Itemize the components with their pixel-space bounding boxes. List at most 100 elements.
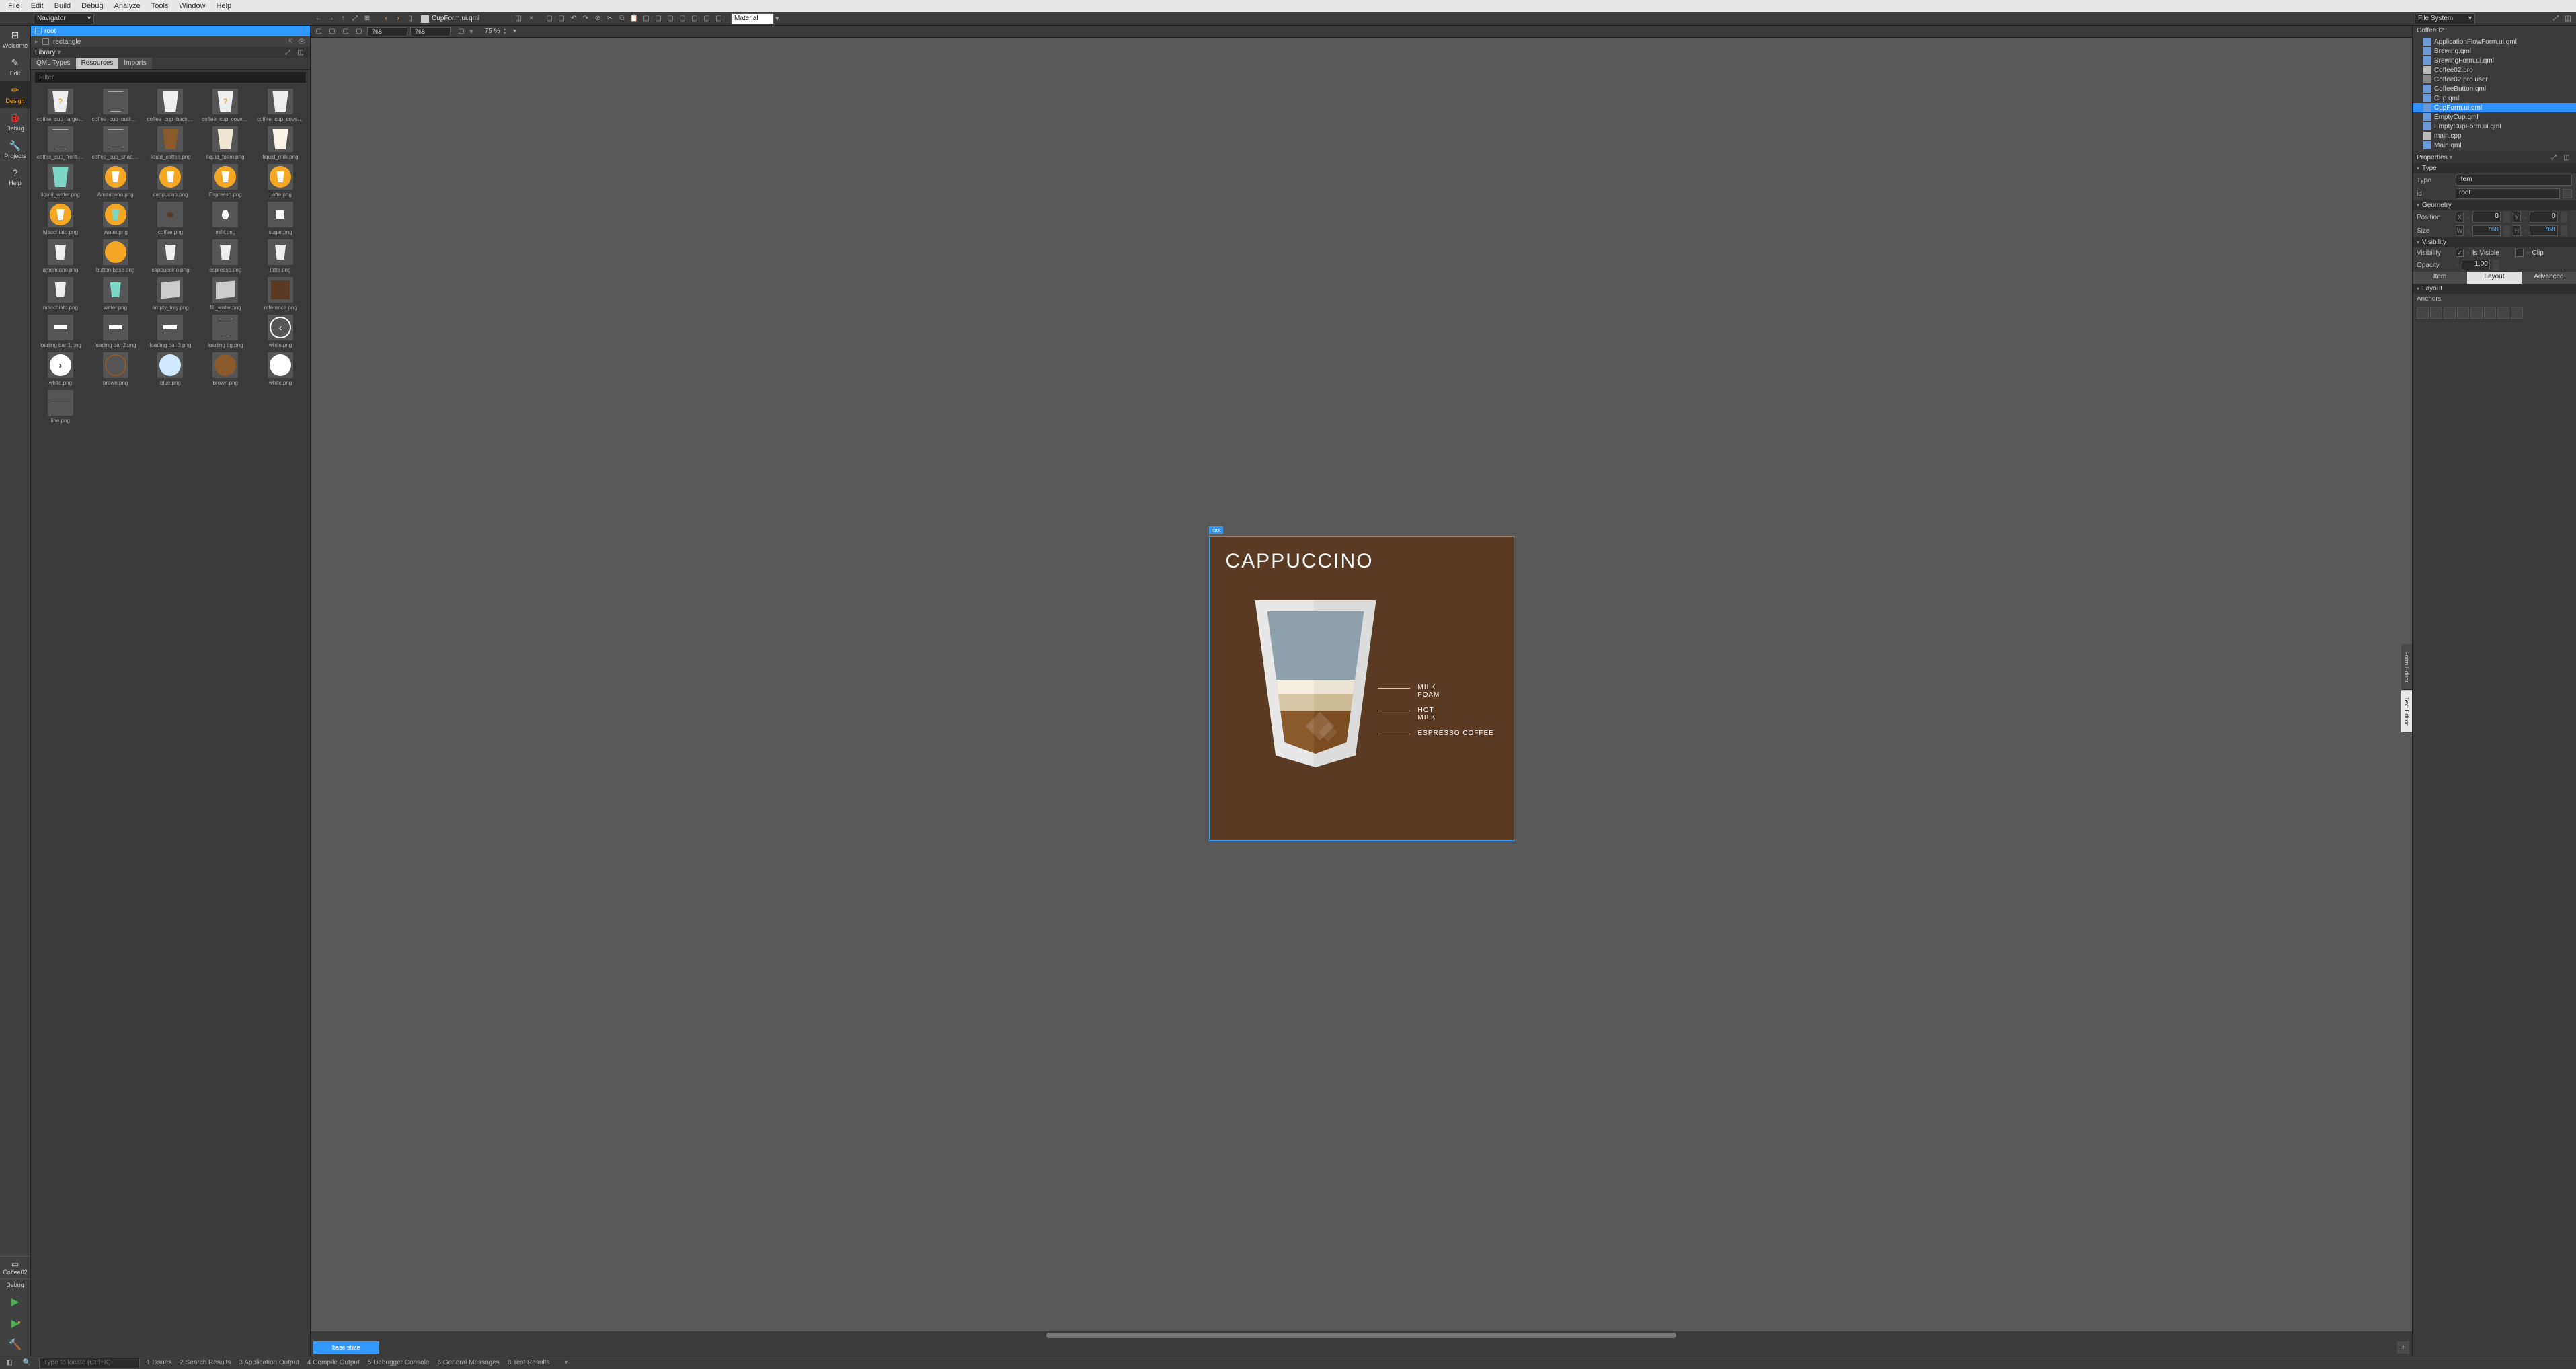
kit-config[interactable]: Debug <box>0 1278 30 1291</box>
tool-g-icon[interactable]: ▢ <box>713 13 724 24</box>
resource-item[interactable]: blue.png <box>145 352 196 386</box>
kit-project[interactable]: ▭Coffee02 <box>0 1256 30 1278</box>
panel-expand-icon[interactable]: ⤢ <box>2550 13 2561 24</box>
copy-icon[interactable]: ⧉ <box>617 13 627 24</box>
file-prev-icon[interactable]: ‹ <box>381 13 391 24</box>
resource-item[interactable]: Latte.png <box>255 164 306 198</box>
output-pane-tab[interactable]: 6 General Messages <box>437 1359 499 1366</box>
mode-debug[interactable]: 🐞Debug <box>0 108 30 136</box>
tool-e-icon[interactable]: ▢ <box>689 13 700 24</box>
resource-item[interactable]: ›white.png <box>35 352 86 386</box>
resource-item[interactable]: empty_tray.png <box>145 277 196 311</box>
tool-a-icon[interactable]: ▢ <box>641 13 652 24</box>
style-selector[interactable]: Material <box>731 13 774 24</box>
menu-window[interactable]: Window <box>173 2 210 10</box>
layout-tab-advanced[interactable]: Advanced <box>2522 272 2576 284</box>
nav-plus-icon[interactable]: ⊞ <box>362 13 373 24</box>
y-spinner[interactable] <box>2561 212 2567 223</box>
tool-c-icon[interactable]: ▢ <box>665 13 676 24</box>
resource-item[interactable]: americano.png <box>35 239 86 273</box>
menu-analyze[interactable]: Analyze <box>109 2 146 10</box>
mode-projects[interactable]: 🔧Projects <box>0 136 30 163</box>
anchor-top[interactable] <box>2417 307 2429 319</box>
resource-item[interactable]: loading bar 2.png <box>90 315 141 348</box>
nav-back-icon[interactable]: ← <box>313 13 324 24</box>
resource-item[interactable]: liquid_milk.png <box>255 126 306 160</box>
lib-expand-icon[interactable]: ⤢ <box>282 47 293 58</box>
h-spinner[interactable] <box>2561 225 2567 236</box>
menu-help[interactable]: Help <box>211 2 237 10</box>
w-spinner[interactable] <box>2503 225 2510 236</box>
menu-edit[interactable]: Edit <box>26 2 49 10</box>
file-row[interactable]: Brewing.qml <box>2413 46 2576 56</box>
resource-item[interactable]: latte.png <box>255 239 306 273</box>
design-surface[interactable]: CAPPUCCINO <box>1209 536 1514 841</box>
mode-help[interactable]: ?Help <box>0 163 30 190</box>
resource-item[interactable]: sugar.png <box>255 202 306 235</box>
props-expand-icon[interactable]: ⤢ <box>2548 152 2559 163</box>
menu-build[interactable]: Build <box>49 2 76 10</box>
mode-edit[interactable]: ✎Edit <box>0 53 30 81</box>
text-editor-tab[interactable]: Text Editor <box>2401 690 2412 733</box>
resource-item[interactable]: loading bar 3.png <box>145 315 196 348</box>
nav-fwd-icon[interactable]: → <box>325 13 336 24</box>
file-row[interactable]: Main.qml <box>2413 141 2576 150</box>
resource-item[interactable]: fill_water.png <box>200 277 251 311</box>
resource-item[interactable]: coffee_cup_large.png <box>35 89 86 122</box>
file-row[interactable]: BrewingForm.ui.qml <box>2413 56 2576 65</box>
file-row[interactable]: Coffee02.pro.user <box>2413 75 2576 84</box>
resource-item[interactable]: coffee_cup_back.png <box>145 89 196 122</box>
canvas-tool-1-icon[interactable]: ▢ <box>313 26 324 37</box>
canvas-opt-icon[interactable]: ▢ <box>456 26 467 37</box>
output-pane-tab[interactable]: 8 Test Results <box>508 1359 550 1366</box>
geometry-section-header[interactable]: Geometry <box>2413 200 2576 210</box>
file-next-icon[interactable]: › <box>393 13 403 24</box>
anchor-center[interactable] <box>2511 307 2523 319</box>
resource-item[interactable]: Water.png <box>90 202 141 235</box>
resource-item[interactable]: white.png <box>255 352 306 386</box>
anchor-hcenter[interactable] <box>2497 307 2509 319</box>
base-state-chip[interactable]: base state <box>313 1341 379 1354</box>
library-tab-resources[interactable]: Resources <box>76 58 119 69</box>
menu-debug[interactable]: Debug <box>76 2 108 10</box>
resource-item[interactable]: brown.png <box>90 352 141 386</box>
resource-item[interactable]: Espresso.png <box>200 164 251 198</box>
anchor-fill[interactable] <box>2470 307 2483 319</box>
project-name[interactable]: Coffee02 <box>2413 26 2576 36</box>
file-row[interactable]: Cup.qml <box>2413 93 2576 103</box>
run-button[interactable]: ▶ <box>0 1291 30 1313</box>
tool-f-icon[interactable]: ▢ <box>701 13 712 24</box>
w-input[interactable]: 768 <box>2472 225 2501 236</box>
redo-icon[interactable]: ↷ <box>580 13 591 24</box>
opacity-input[interactable]: 1.00 <box>2462 260 2490 270</box>
resource-item[interactable]: loading bar 1.png <box>35 315 86 348</box>
split-h-icon[interactable]: ◫ <box>513 13 524 24</box>
navigator-root-row[interactable]: root <box>31 26 310 36</box>
resource-filter-input[interactable] <box>35 72 306 83</box>
form-editor-tab[interactable]: Form Editor <box>2401 644 2412 690</box>
library-tab-imports[interactable]: Imports <box>118 58 151 69</box>
output-pane-tab[interactable]: 3 Application Output <box>239 1359 299 1366</box>
search-icon[interactable]: 🔍 <box>22 1358 32 1368</box>
type-value[interactable]: Item <box>2456 175 2572 186</box>
resource-item[interactable]: coffee_cup_coverplat… <box>255 89 306 122</box>
cut-icon[interactable]: ✂ <box>604 13 615 24</box>
y-input[interactable]: 0 <box>2530 212 2558 223</box>
canvas-width-input[interactable]: 768 <box>367 27 407 36</box>
canvas-tool-4-icon[interactable]: ▢ <box>354 26 364 37</box>
lib-split-icon[interactable]: ◫ <box>295 47 306 58</box>
resource-item[interactable]: liquid_coffee.png <box>145 126 196 160</box>
resource-item[interactable]: water.png <box>90 277 141 311</box>
canvas-tool-3-icon[interactable]: ▢ <box>340 26 351 37</box>
resource-item[interactable]: coffee_cup_shadow… <box>90 126 141 160</box>
opacity-spinner[interactable] <box>2493 260 2499 270</box>
anchor-vcenter[interactable] <box>2484 307 2496 319</box>
anchor-right[interactable] <box>2457 307 2469 319</box>
resource-item[interactable]: liquid_water.png <box>35 164 86 198</box>
output-pane-tab[interactable]: 1 Issues <box>147 1359 171 1366</box>
resource-item[interactable]: cappucino.png <box>145 164 196 198</box>
open-file-tab[interactable]: CupForm.ui.qml <box>417 15 483 23</box>
run-debug-button[interactable]: ▶● <box>0 1313 30 1334</box>
nav-expand-icon[interactable]: ⤢ <box>350 13 360 24</box>
file-row[interactable]: EmptyCupForm.ui.qml <box>2413 122 2576 131</box>
